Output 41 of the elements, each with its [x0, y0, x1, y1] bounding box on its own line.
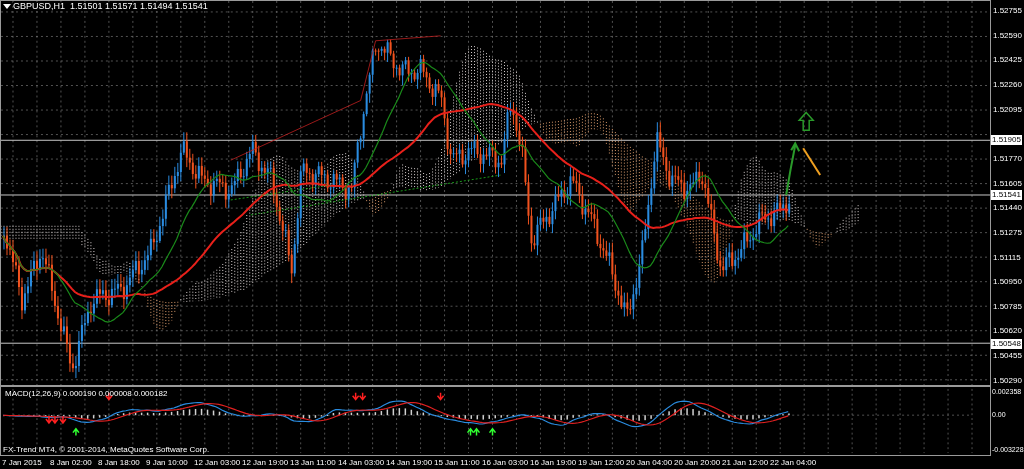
macd-title: MACD(12,26,9) 0.000190 0.000008 0.000182	[5, 390, 168, 398]
time-label: 14 Jan 03:00	[338, 458, 386, 467]
price-label: 1.51605	[993, 179, 1022, 188]
time-label: 19 Jan 12:00	[578, 458, 626, 467]
price-label: 1.51770	[993, 154, 1022, 163]
price-label: 1.51440	[993, 204, 1022, 213]
price-label: 1.50620	[993, 327, 1022, 336]
time-label: 20 Jan 20:00	[674, 458, 722, 467]
time-label: 9 Jan 10:00	[146, 458, 189, 467]
price-label: 1.50950	[993, 278, 1022, 287]
forecast-arrow-drawing	[785, 142, 801, 196]
price-label: 1.52425	[993, 56, 1022, 65]
time-label: 14 Jan 19:00	[386, 458, 434, 467]
time-label: 13 Jan 11:00	[290, 458, 337, 467]
time-label: 15 Jan 11:00	[434, 458, 481, 467]
time-label: 16 Jan 03:00	[482, 458, 530, 467]
price-marker: 1.50548	[991, 339, 1022, 349]
time-label: 21 Jan 12:00	[722, 458, 770, 467]
price-label: 1.52260	[993, 80, 1022, 89]
price-label: 1.51115	[993, 253, 1021, 262]
trend-line	[802, 147, 822, 177]
time-label: 12 Jan 03:00	[194, 458, 242, 467]
price-label: 1.52095	[993, 105, 1022, 114]
time-label: 8 Jan 18:00	[98, 458, 141, 467]
price-marker: 1.51541	[991, 190, 1022, 200]
time-label: 20 Jan 04:00	[626, 458, 674, 467]
price-label: 1.52590	[993, 31, 1022, 40]
price-label: 1.51275	[993, 228, 1022, 237]
time-label: 12 Jan 19:00	[242, 458, 290, 467]
time-label: 7 Jan 2015	[2, 458, 43, 467]
time-label: 16 Jan 19:00	[530, 458, 578, 467]
price-label: 1.50785	[993, 302, 1022, 311]
copyright-text: FX-Trend MT4, © 2001-2014, MetaQuotes Software Corp.	[3, 446, 210, 454]
chart-title: GBPUSD,H1 1.51501 1.51571 1.51494 1.51541	[13, 2, 208, 11]
price-label: 1.50290	[993, 376, 1022, 385]
time-label: 22 Jan 04:00	[770, 458, 818, 467]
price-label: 1.50455	[993, 352, 1022, 361]
time-label: 8 Jan 02:00	[50, 458, 93, 467]
up-arrow-icon	[797, 111, 815, 132]
price-marker: 1.51905	[991, 135, 1022, 145]
price-label: 1.52755	[993, 7, 1022, 15]
